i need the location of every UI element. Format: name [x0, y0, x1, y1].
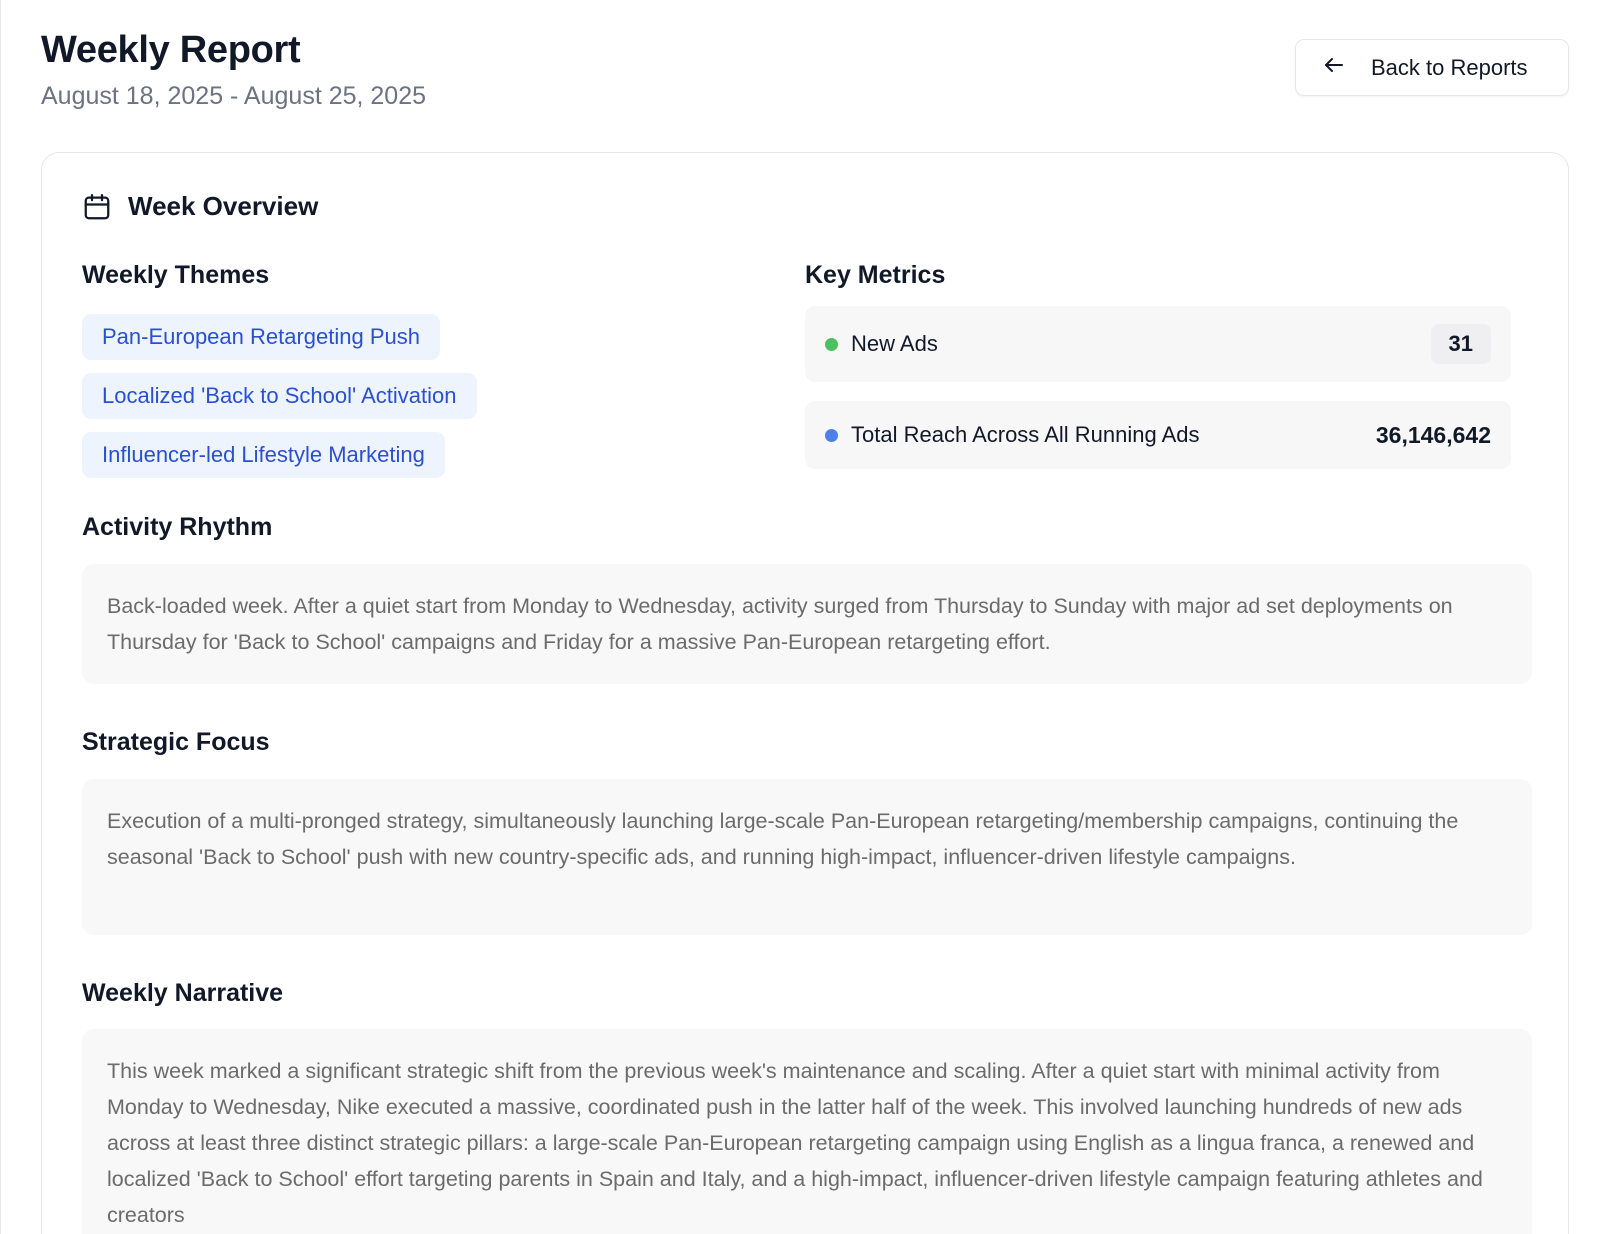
key-metrics-title: Key Metrics	[805, 261, 946, 289]
activity-rhythm-text: Back-loaded week. After a quiet start fr…	[82, 564, 1532, 684]
status-dot-blue	[825, 428, 838, 442]
card-title: Week Overview	[128, 191, 319, 221]
metric-value-badge: 31	[1430, 324, 1491, 364]
theme-chip: Pan-European Retargeting Push	[82, 314, 440, 360]
metric-label: New Ads	[851, 331, 938, 356]
metric-total-reach: Total Reach Across All Running Ads 36,14…	[805, 401, 1511, 469]
back-to-reports-button[interactable]: Back to Reports	[1295, 39, 1569, 96]
themes-list: Pan-European Retargeting Push Localized …	[82, 314, 477, 491]
page-header: Weekly Report August 18, 2025 - August 2…	[41, 28, 426, 112]
metric-value: 36,146,642	[1375, 421, 1491, 448]
page-title: Weekly Report	[41, 29, 301, 71]
date-range: August 18, 2025 - August 25, 2025	[41, 82, 427, 110]
metric-new-ads: New Ads 31	[805, 306, 1511, 382]
weekly-report-page: Weekly Report August 18, 2025 - August 2…	[1, 0, 1606, 1234]
theme-chip: Influencer-led Lifestyle Marketing	[82, 432, 445, 478]
metric-label: Total Reach Across All Running Ads	[851, 422, 1200, 447]
activity-rhythm-title: Activity Rhythm	[82, 513, 273, 541]
weekly-narrative-title: Weekly Narrative	[82, 979, 284, 1007]
week-overview-card: Week Overview Weekly Themes Pan-European…	[41, 152, 1569, 1234]
arrow-left-icon	[1322, 53, 1346, 82]
theme-chip: Localized 'Back to School' Activation	[82, 373, 477, 419]
back-button-label: Back to Reports	[1371, 54, 1528, 80]
status-dot-green	[825, 337, 838, 351]
weekly-themes-title: Weekly Themes	[82, 261, 270, 289]
strategic-focus-title: Strategic Focus	[82, 728, 270, 756]
strategic-focus-text: Execution of a multi-pronged strategy, s…	[82, 779, 1532, 935]
weekly-narrative-text: This week marked a significant strategic…	[82, 1029, 1532, 1234]
card-header: Week Overview	[82, 191, 318, 222]
calendar-icon	[82, 192, 112, 222]
